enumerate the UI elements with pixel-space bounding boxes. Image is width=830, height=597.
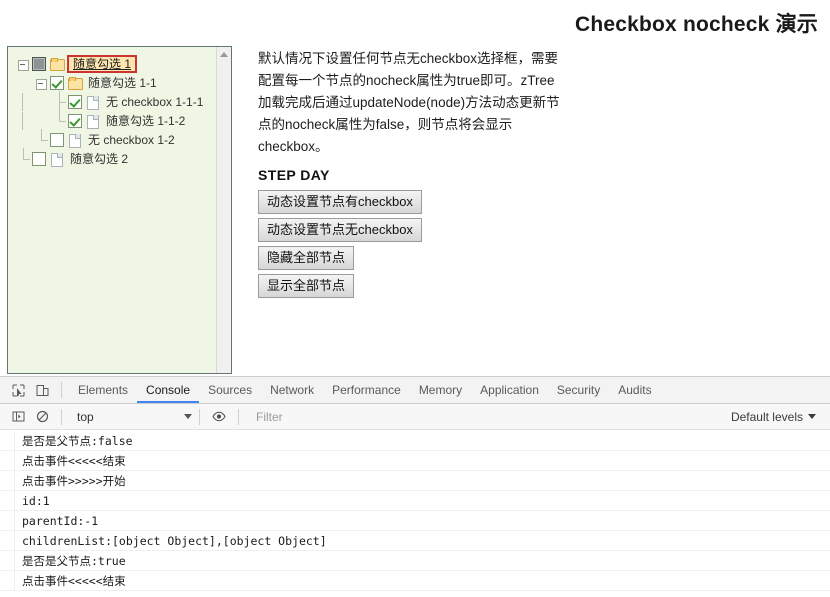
document-icon [67,133,83,148]
devtools-tab-elements[interactable]: Elements [69,377,137,403]
tree-scrollbar[interactable] [216,47,231,373]
console-log-row: parentId:-1 [0,511,830,531]
action-button-group: 动态设置节点有checkbox 动态设置节点无checkbox 隐藏全部节点 显示全部… [258,190,824,298]
tree-line-icon [32,128,50,149]
tree-node-label[interactable]: 随意勾选 2 [68,152,130,166]
tree-node-checkbox[interactable] [50,75,64,90]
device-toolbar-icon[interactable] [30,378,54,402]
execution-context-value: top [77,409,94,424]
tree-line-icon [14,147,32,168]
devtools-tab-audits[interactable]: Audits [609,377,660,403]
tree-line-icon [50,109,68,130]
tree-node[interactable]: 随意勾选 2 [14,147,215,168]
filterbar-divider-2 [199,408,200,425]
app-root: 随意勾选 1 随意勾选 1-1 无 checkbox 1-1-1 随意勾选 1-1-2… [0,0,830,597]
devtools-tab-network[interactable]: Network [261,377,323,403]
tree-node[interactable]: 随意勾选 1-1-2 [14,109,215,130]
document-icon [49,152,65,167]
console-log-row: 是否是父节点:true [0,551,830,571]
tree-node-checkbox[interactable] [32,151,46,166]
console-filter-bar: top Default levels [0,404,830,430]
ztree-panel[interactable]: 随意勾选 1 随意勾选 1-1 无 checkbox 1-1-1 随意勾选 1-1-2… [7,46,232,374]
tree-collapse-icon[interactable] [14,55,32,73]
execution-context-select[interactable]: top [77,410,192,424]
toolbar-divider [61,382,62,398]
console-log-row: childrenList:[object Object],[object Obj… [0,531,830,551]
console-sidebar-toggle-icon[interactable] [6,405,30,429]
chevron-down-icon [184,414,192,419]
tree-collapse-icon[interactable] [32,74,50,92]
devtools-tab-list: Elements Console Sources Network Performance… [69,377,661,403]
page-title: Checkbox nocheck 演示 [574,13,818,36]
tree-node-label[interactable]: 随意勾选 1 [66,54,138,73]
action-button[interactable]: 隐藏全部节点 [258,246,355,270]
tree-node-label[interactable]: 无 checkbox 1-1-1 [104,95,205,109]
action-button[interactable]: 动态设置节点有checkbox [258,190,422,214]
tree-line-icon [50,90,68,111]
action-button[interactable]: 显示全部节点 [258,274,355,298]
tree-node-checkbox[interactable] [50,132,64,147]
steps-heading: STEP DAY [258,167,330,183]
action-button[interactable]: 动态设置节点无checkbox [258,218,422,242]
log-level-value: Default levels [730,409,803,424]
page-content: Checkbox nocheck 演示 默认情况下设置任何节点无checkbox… [258,0,824,302]
console-log-row: 点击事件<<<<<结束 [0,451,830,471]
tree-node-checkbox[interactable] [32,56,46,71]
tree-node-label[interactable]: 随意勾选 1-1-2 [104,114,187,128]
web-page-viewport: 随意勾选 1 随意勾选 1-1 无 checkbox 1-1-1 随意勾选 1-1-2… [0,0,830,376]
tree-node[interactable]: 无 checkbox 1-1-1 [14,90,215,111]
scroll-up-arrow-icon[interactable] [217,47,231,61]
tree-node-checkbox[interactable] [68,94,82,109]
console-log-row: 点击事件<<<<<结束 [0,571,830,591]
console-log-row: 点击事件>>>>>开始 [0,471,830,491]
clear-console-icon[interactable] [30,405,54,429]
document-icon [85,114,101,129]
filterbar-divider-1 [61,408,62,425]
folder-icon [49,57,65,71]
folder-icon [67,76,83,90]
tree-node-label[interactable]: 随意勾选 1-1 [86,76,159,90]
console-message-list[interactable]: 是否是父节点:false 点击事件<<<<<结束 点击事件>>>>>开始 id:1 pa… [0,431,830,597]
tree-node[interactable]: 随意勾选 1-1 [14,73,215,92]
tree-node-checkbox[interactable] [68,113,82,128]
tree-node-label[interactable]: 无 checkbox 1-2 [86,133,177,147]
tree-indent [14,92,32,111]
tree-node[interactable]: 无 checkbox 1-2 [14,128,215,149]
live-expression-eye-icon[interactable] [207,405,231,429]
devtools-tab-performance[interactable]: Performance [323,377,410,403]
tree-indent [14,111,32,130]
devtools-tab-application[interactable]: Application [471,377,548,403]
devtools-tab-sources[interactable]: Sources [199,377,261,403]
filterbar-divider-3 [238,408,239,425]
log-level-select[interactable]: Default levels [731,410,816,424]
page-description: 默认情况下设置任何节点无checkbox选择框，需要配置每一个节点的nochec… [258,51,560,154]
inspect-element-icon[interactable] [6,378,30,402]
devtools-tab-console[interactable]: Console [137,377,199,403]
console-log-row: id:1 [0,491,830,511]
ztree-node-list: 随意勾选 1 随意勾选 1-1 无 checkbox 1-1-1 随意勾选 1-1-2… [8,47,215,373]
console-filter-input[interactable] [256,409,731,424]
devtools-tabbar: Elements Console Sources Network Performance… [0,377,830,404]
document-icon [85,95,101,110]
devtools-tab-memory[interactable]: Memory [410,377,471,403]
devtools-panel: Elements Console Sources Network Performance… [0,376,830,597]
console-log-row: 是否是父节点:false [0,431,830,451]
tree-node[interactable]: 随意勾选 1 [14,54,215,73]
devtools-tab-security[interactable]: Security [548,377,609,403]
chevron-down-icon [808,414,816,419]
